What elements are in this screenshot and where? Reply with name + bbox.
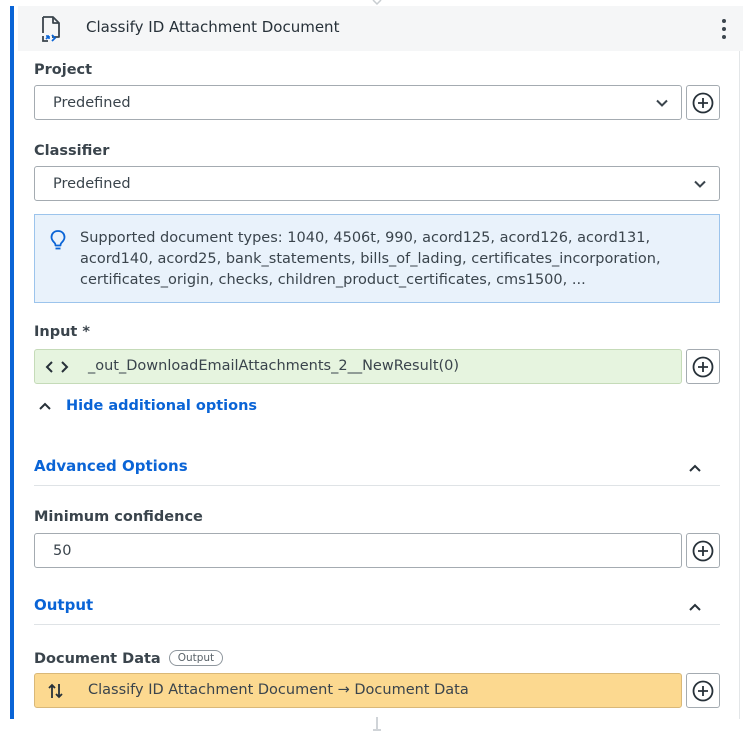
input-add-button[interactable] — [686, 349, 720, 384]
plus-circle-icon — [692, 680, 714, 701]
input-expression-field[interactable]: _out_DownloadEmailAttachments_2__NewResu… — [34, 349, 682, 384]
min-confidence-add-button[interactable] — [686, 533, 720, 568]
lightbulb-icon — [50, 230, 66, 250]
classifier-label: Classifier — [34, 143, 110, 159]
min-confidence-value: 50 — [53, 542, 72, 559]
document-data-add-button[interactable] — [686, 673, 720, 708]
advanced-options-section-header[interactable]: Advanced Options — [34, 452, 720, 486]
min-confidence-label: Minimum confidence — [34, 509, 203, 525]
card-header[interactable]: Classify ID Attachment Document — [18, 6, 743, 51]
supported-types-text: Supported document types: 1040, 4506t, 9… — [80, 230, 661, 288]
output-badge: Output — [168, 650, 224, 666]
hide-additional-options-label: Hide additional options — [66, 398, 258, 414]
kebab-menu-icon[interactable] — [721, 19, 727, 39]
output-section-header[interactable]: Output — [34, 591, 720, 625]
classifier-select[interactable]: Predefined — [34, 166, 720, 201]
expression-brackets-icon — [45, 361, 69, 373]
sort-arrows-icon — [48, 683, 63, 699]
plus-circle-icon — [692, 540, 714, 561]
chevron-up-icon — [689, 464, 701, 472]
hide-additional-options-link[interactable]: Hide additional options — [38, 398, 257, 414]
chevron-up-icon — [689, 603, 701, 611]
document-data-label: Document Data Output — [34, 650, 224, 667]
activity-title: Classify ID Attachment Document — [86, 18, 340, 36]
chevron-down-icon — [656, 99, 668, 107]
chevron-up-icon — [39, 402, 51, 410]
document-data-output-field[interactable]: Classify ID Attachment Document → Docume… — [34, 673, 682, 708]
supported-types-info: Supported document types: 1040, 4506t, 9… — [34, 214, 720, 303]
plus-circle-icon — [692, 356, 714, 377]
connector-bottom-line — [373, 717, 381, 731]
output-section-title: Output — [34, 596, 94, 614]
input-label: Input * — [34, 324, 90, 340]
input-expression-value: _out_DownloadEmailAttachments_2__NewResu… — [88, 358, 460, 374]
advanced-options-title: Advanced Options — [34, 457, 188, 475]
plus-circle-icon — [692, 92, 714, 113]
chevron-down-icon — [694, 180, 706, 188]
project-select[interactable]: Predefined — [34, 85, 682, 120]
classifier-select-value: Predefined — [53, 175, 131, 192]
activity-card: Classify ID Attachment Document Project … — [10, 6, 743, 719]
project-add-button[interactable] — [686, 85, 720, 120]
document-data-label-text: Document Data — [34, 651, 161, 667]
project-label: Project — [34, 62, 93, 78]
project-select-value: Predefined — [53, 94, 131, 111]
document-classify-icon — [42, 16, 60, 42]
min-confidence-input[interactable]: 50 — [34, 533, 682, 568]
document-data-output-value: Classify ID Attachment Document → Docume… — [88, 682, 469, 698]
